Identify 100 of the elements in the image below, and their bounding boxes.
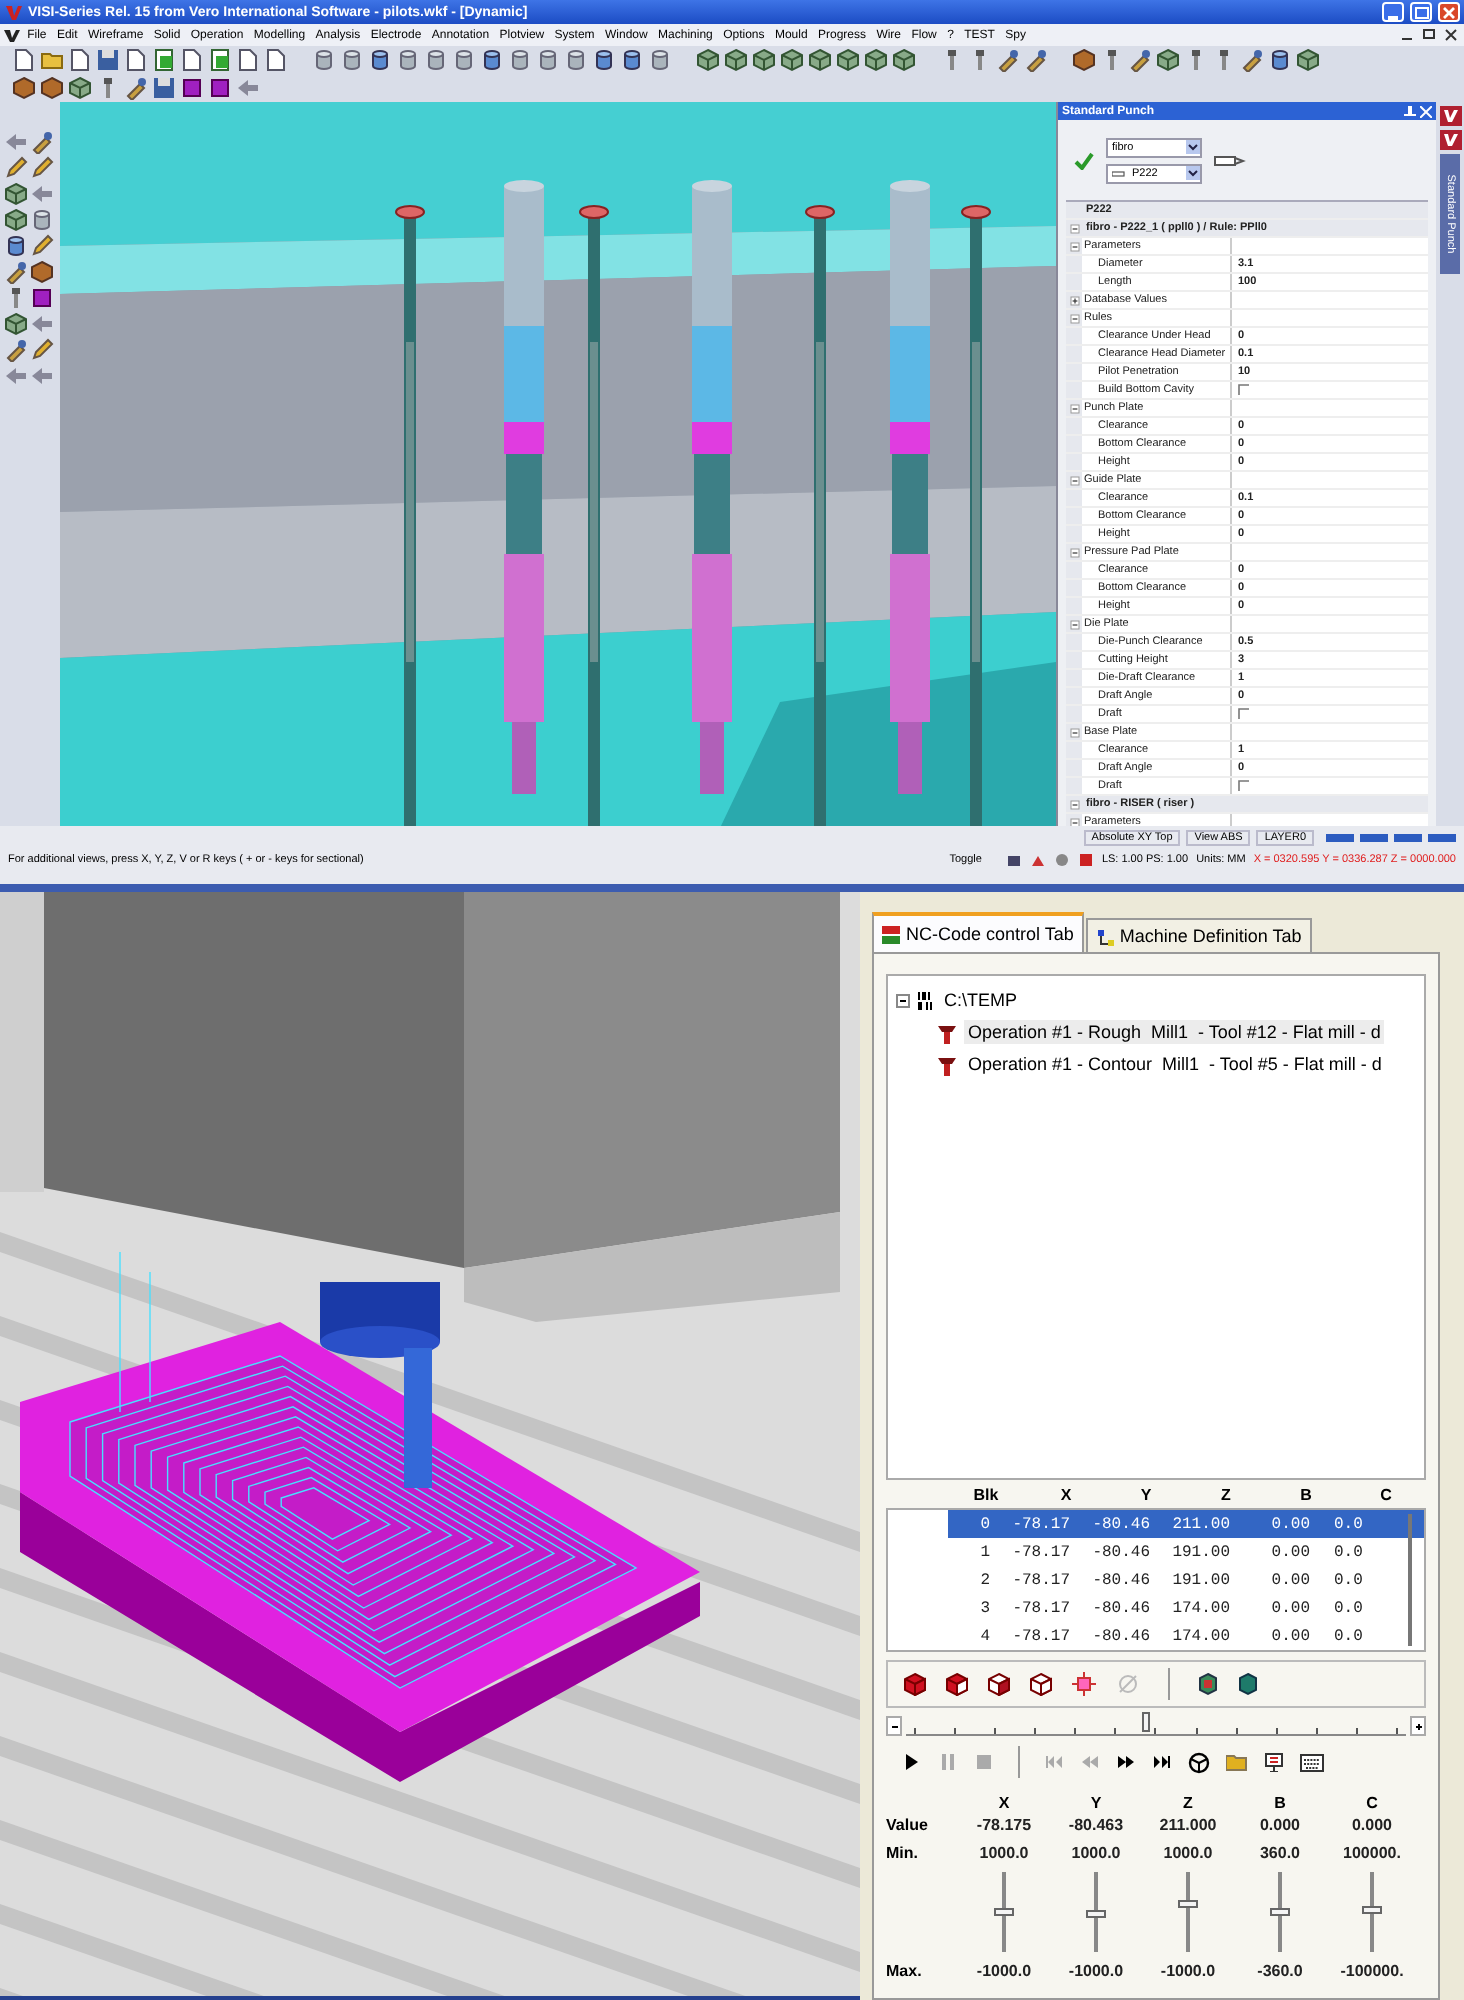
tree-toggle-icon[interactable] — [1069, 727, 1079, 737]
arrow-icon[interactable] — [4, 130, 28, 154]
tree-toggle-icon[interactable] — [1069, 475, 1079, 485]
cube-icon[interactable] — [4, 182, 28, 206]
cube-icon[interactable] — [1296, 48, 1320, 72]
tool-icon[interactable] — [996, 48, 1020, 72]
tree-toggle-icon[interactable] — [1069, 619, 1079, 629]
pencil-icon[interactable] — [4, 156, 28, 180]
checkbox[interactable] — [1238, 780, 1250, 792]
tree-toggle-icon[interactable] — [1069, 403, 1079, 413]
steering-wheel-icon[interactable] — [1188, 1751, 1210, 1773]
cube-icon[interactable] — [1238, 1672, 1258, 1696]
cylinder-icon[interactable] — [368, 48, 392, 72]
tree-item[interactable]: C:\TEMP — [940, 988, 1022, 1012]
checkmark-icon[interactable] — [1074, 151, 1094, 169]
slider-thumb[interactable] — [1362, 1906, 1382, 1915]
keyboard-icon[interactable] — [1300, 1753, 1324, 1771]
cylinder-icon[interactable] — [340, 48, 364, 72]
checkbox[interactable] — [1238, 708, 1250, 720]
fast-forward-icon[interactable] — [1116, 1752, 1136, 1772]
close-icon[interactable] — [1420, 105, 1432, 117]
cube-icon[interactable] — [724, 48, 748, 72]
block-icon[interactable] — [30, 260, 54, 284]
restore-button[interactable] — [1420, 27, 1438, 43]
tab[interactable]: Machine Definition Tab — [1085, 918, 1312, 952]
cylinder-icon[interactable] — [536, 48, 560, 72]
slider-thumb[interactable] — [1086, 1909, 1106, 1918]
monitor-icon[interactable] — [1005, 852, 1022, 868]
page-icon[interactable] — [208, 48, 232, 72]
cube-icon[interactable] — [1030, 1672, 1052, 1696]
table-row[interactable]: 2 -78.17 -80.46 191.00 0.00 0.0 — [948, 1566, 1424, 1594]
cylinder-icon[interactable] — [1268, 48, 1292, 72]
tab[interactable]: NC-Code control Tab — [872, 912, 1084, 952]
tool-icon[interactable] — [1024, 48, 1048, 72]
slider-thumb[interactable] — [994, 1908, 1014, 1916]
app-logo-icon[interactable] — [1439, 106, 1461, 126]
cylinder-icon[interactable] — [480, 48, 504, 72]
scrollbar[interactable] — [1408, 1514, 1412, 1646]
tree-toggle-icon[interactable] — [1069, 817, 1079, 826]
cylinder-icon[interactable] — [592, 48, 616, 72]
circle-icon[interactable] — [1053, 852, 1070, 868]
tree-toggle-icon[interactable] — [1069, 295, 1079, 305]
cylinder-icon[interactable] — [508, 48, 532, 72]
cube-icon[interactable] — [836, 48, 860, 72]
tool-icon[interactable] — [30, 130, 54, 154]
cylinder-icon[interactable] — [620, 48, 644, 72]
block-icon[interactable] — [12, 76, 36, 100]
checkbox[interactable] — [1238, 384, 1250, 396]
table-row[interactable]: 1 -78.17 -80.46 191.00 0.00 0.0 — [948, 1538, 1424, 1566]
monitor-icon[interactable] — [1264, 1752, 1284, 1772]
close-button[interactable] — [1442, 27, 1460, 43]
cube-icon[interactable] — [808, 48, 832, 72]
cylinder-icon[interactable] — [4, 234, 28, 258]
arrow-icon[interactable] — [4, 364, 28, 388]
tool-icon[interactable] — [124, 76, 148, 100]
page-icon[interactable] — [152, 48, 176, 72]
cube-icon[interactable] — [988, 1672, 1010, 1696]
maximize-button[interactable] — [1410, 2, 1432, 22]
cylinder-icon[interactable] — [312, 48, 336, 72]
slider-track[interactable] — [906, 1716, 1406, 1736]
move-icon[interactable] — [1072, 1672, 1096, 1696]
cube-icon[interactable] — [4, 312, 28, 336]
folder-icon[interactable] — [1226, 1752, 1248, 1772]
cube-icon[interactable] — [752, 48, 776, 72]
pin-icon[interactable] — [1404, 105, 1416, 117]
cube-icon[interactable] — [68, 76, 92, 100]
cube-icon[interactable] — [1156, 48, 1180, 72]
cube-icon[interactable] — [1198, 1672, 1218, 1696]
cube-icon[interactable] — [696, 48, 720, 72]
solid-cube-icon[interactable] — [904, 1672, 926, 1696]
tree-toggle-icon[interactable] — [1069, 241, 1079, 251]
tool-icon[interactable] — [1128, 48, 1152, 72]
decrement-button[interactable] — [886, 1716, 902, 1736]
tree-toggle-icon[interactable] — [1069, 223, 1079, 233]
pencil-icon[interactable] — [30, 234, 54, 258]
warning-icon[interactable] — [1029, 852, 1046, 868]
tool-icon[interactable] — [4, 338, 28, 362]
cylinder-icon[interactable] — [30, 208, 54, 232]
cube-icon[interactable] — [780, 48, 804, 72]
slider-thumb[interactable] — [1142, 1712, 1150, 1732]
slider-thumb[interactable] — [1178, 1900, 1198, 1908]
cube-icon[interactable] — [864, 48, 888, 72]
cylinder-icon[interactable] — [452, 48, 476, 72]
increment-button[interactable] — [1410, 1716, 1426, 1736]
cylinder-icon[interactable] — [648, 48, 672, 72]
cylinder-icon[interactable] — [564, 48, 588, 72]
cube-icon[interactable] — [4, 208, 28, 232]
tool-icon[interactable] — [4, 260, 28, 284]
box-icon[interactable] — [180, 76, 204, 100]
tree-toggle-icon[interactable] — [896, 993, 910, 1007]
tool-icon[interactable] — [1240, 48, 1264, 72]
box-icon[interactable] — [30, 286, 54, 310]
tree-item[interactable]: Operation #1 - Contour Mill1 - Tool #5 - Flat mill - d — [964, 1052, 1386, 1076]
cube-icon[interactable] — [946, 1672, 968, 1696]
app-logo-icon[interactable] — [1439, 130, 1461, 150]
arrow-icon[interactable] — [30, 364, 54, 388]
box-icon[interactable] — [208, 76, 232, 100]
block-icon[interactable] — [40, 76, 64, 100]
cylinder-icon[interactable] — [396, 48, 420, 72]
cylinder-icon[interactable] — [424, 48, 448, 72]
